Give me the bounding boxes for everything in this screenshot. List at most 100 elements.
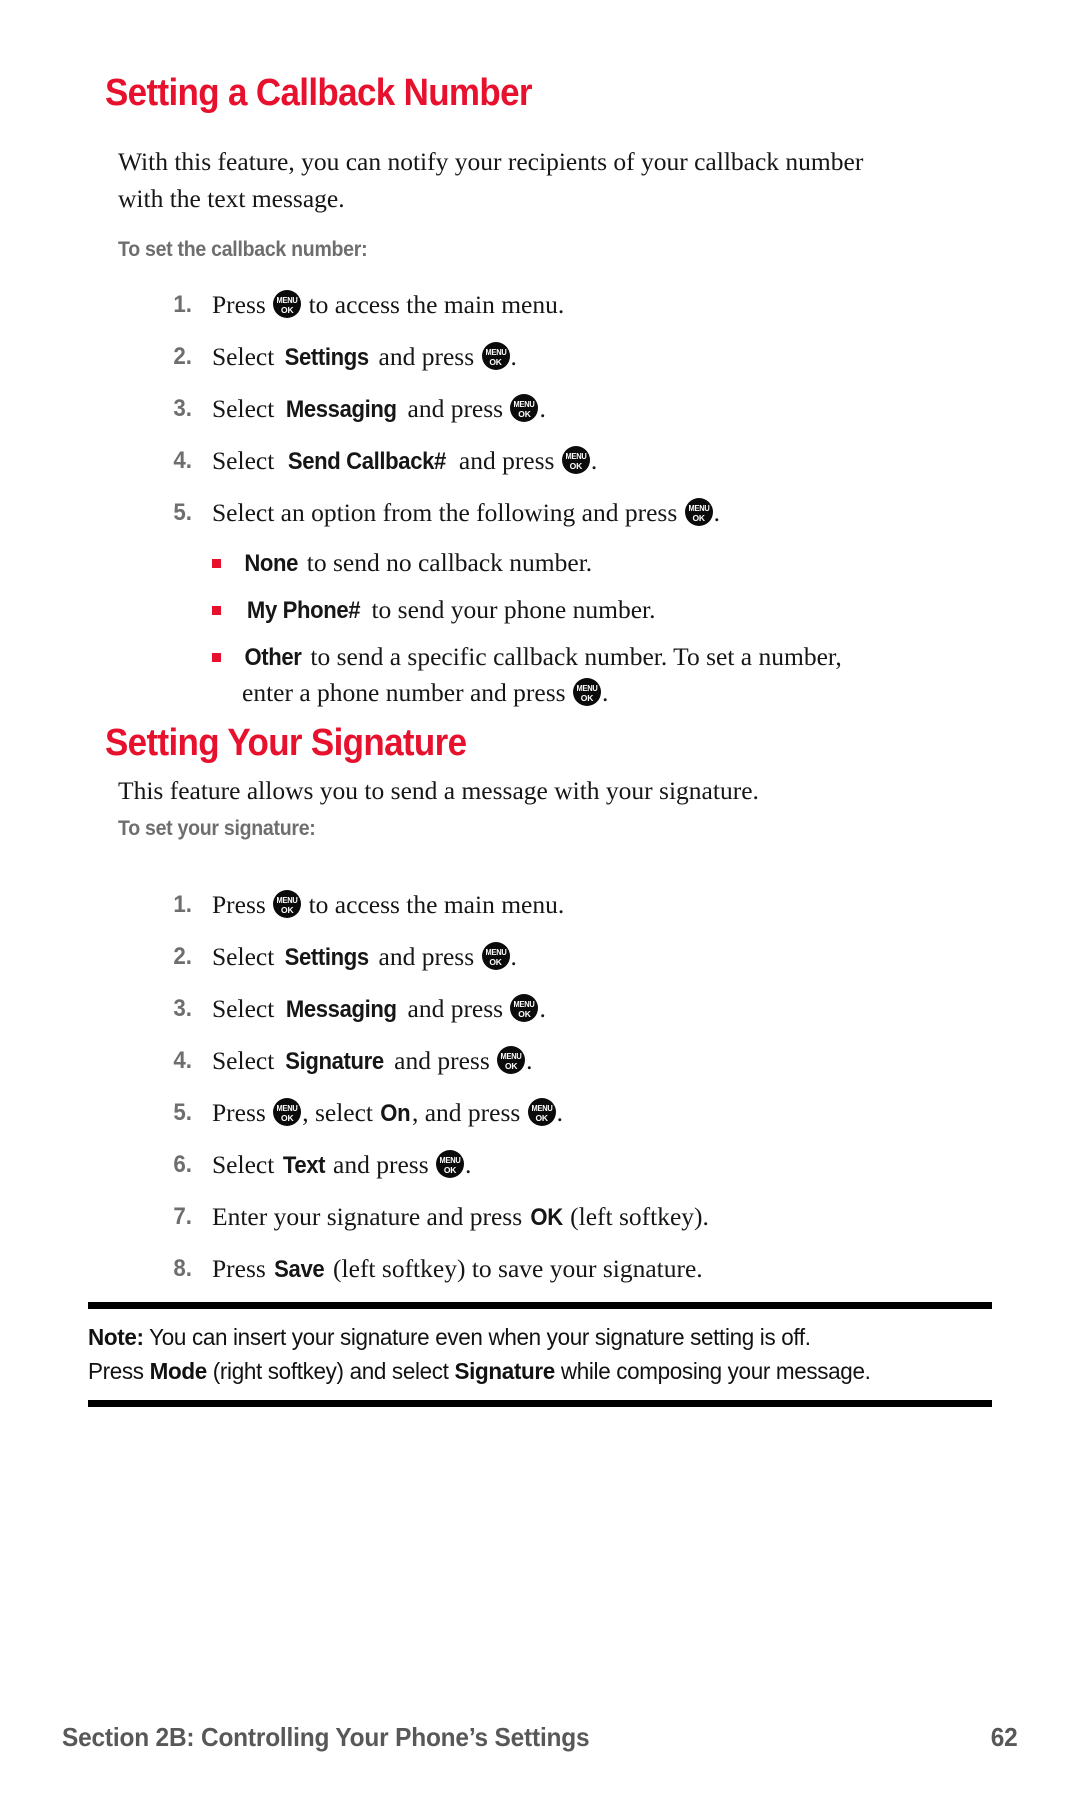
menu-ok-key-label-menu: MENU	[500, 1051, 522, 1061]
step-signature-6: 6. Select Text and press MENU OK.	[148, 1148, 471, 1183]
square-bullet-icon	[212, 559, 221, 568]
ui-term: Text	[282, 1152, 326, 1179]
ui-term: Signature	[284, 1048, 384, 1075]
menu-ok-key-icon: MENU OK	[273, 290, 302, 318]
menu-ok-key-label-menu: MENU	[531, 1103, 553, 1113]
note-line-1-text: You can insert your signature even when …	[143, 1324, 811, 1350]
ui-term: Send Callback#	[287, 448, 446, 475]
step-callback-3: 3. Select Messaging and press MENU OK.	[148, 392, 546, 427]
step-number: 4.	[173, 447, 192, 474]
intro-paragraph-callback: With this feature, you can notify your r…	[118, 147, 864, 213]
menu-ok-key-label-ok: OK	[504, 1060, 518, 1071]
step-number: 2.	[173, 943, 192, 970]
subheading-to-set-callback-number: To set the callback number:	[118, 238, 368, 261]
step-number: 3.	[173, 395, 192, 422]
step-text: Press MENU OK to access the main menu.	[212, 290, 565, 319]
step-signature-2: 2. Select Settings and press MENU OK.	[148, 940, 517, 975]
step-signature-7: 7. Enter your signature and press OK (lef…	[148, 1200, 709, 1235]
step-text: Select Settings and press MENU OK.	[212, 940, 517, 975]
step-number: 5.	[173, 499, 192, 526]
menu-ok-key-icon: MENU OK	[481, 342, 510, 370]
step-number: 8.	[173, 1255, 192, 1282]
menu-ok-key-label-ok: OK	[569, 460, 583, 471]
menu-ok-key-label-menu: MENU	[688, 503, 710, 513]
menu-ok-key-label-ok: OK	[489, 956, 502, 967]
step-number: 3.	[173, 995, 192, 1022]
note-line-1: Note: You can insert your signature even…	[88, 1320, 990, 1354]
menu-ok-key-label-menu: MENU	[276, 895, 298, 905]
menu-ok-key-label-menu: MENU	[576, 683, 598, 693]
menu-ok-key-icon: MENU OK	[273, 1098, 302, 1126]
ui-term: Messaging	[285, 396, 397, 423]
subheading-to-set-your-signature: To set your signature:	[118, 817, 316, 840]
callback-option-bullet-1: None to send no callback number.	[212, 545, 972, 581]
callback-option-bullet-3: Other to send a specific callback number…	[212, 639, 972, 710]
menu-ok-key-label-ok: OK	[281, 904, 294, 915]
footer-section-label: Section 2B: Controlling Your Phone’s Set…	[62, 1722, 590, 1752]
menu-ok-key-label-menu: MENU	[276, 1103, 298, 1113]
ui-term: Save	[274, 1256, 325, 1283]
menu-ok-key-label-ok: OK	[518, 408, 531, 419]
step-signature-1: 1. Press MENU OK to access the main menu.	[148, 888, 564, 922]
ui-term: Signature	[454, 1358, 555, 1384]
menu-ok-key-label-menu: MENU	[565, 451, 587, 461]
menu-ok-key-label-ok: OK	[692, 512, 705, 523]
menu-ok-key-icon: MENU OK	[481, 942, 510, 970]
menu-ok-key-label-ok: OK	[580, 692, 594, 703]
note-line-2: Press Mode (right softkey) and select Si…	[88, 1358, 871, 1384]
ui-term: On	[380, 1100, 411, 1127]
ui-term: OK	[529, 1204, 563, 1231]
step-signature-4: 4. Select Signature and press MENU OK.	[148, 1044, 533, 1079]
menu-ok-key-label-ok: OK	[281, 1112, 294, 1123]
menu-ok-key-label-menu: MENU	[513, 399, 535, 409]
ui-term: Settings	[284, 344, 369, 371]
menu-ok-key-label-ok: OK	[535, 1112, 548, 1123]
step-callback-4: 4. Select Send Callback# and press MENU OK…	[148, 444, 597, 479]
step-text: Select an option from the following and …	[212, 498, 721, 527]
page-footer: Section 2B: Controlling Your Phone’s Set…	[62, 1722, 1018, 1753]
menu-ok-key-label-menu: MENU	[276, 295, 298, 305]
ui-term: My Phone#	[246, 597, 361, 624]
step-callback-5: 5. Select an option from the following an…	[148, 496, 720, 530]
square-bullet-icon	[212, 606, 221, 615]
menu-ok-key-icon: MENU OK	[497, 1046, 526, 1074]
page-title-setting-your-signature: Setting Your Signature	[105, 722, 467, 764]
step-text: Press MENU OK, select On, and press MENU O…	[212, 1096, 563, 1131]
step-number: 7.	[173, 1203, 192, 1230]
menu-ok-key-label-ok: OK	[281, 304, 294, 315]
menu-ok-key-icon: MENU OK	[436, 1150, 465, 1178]
menu-ok-key-label-ok: OK	[489, 356, 502, 367]
step-text: Select Signature and press MENU OK.	[212, 1044, 533, 1079]
menu-ok-key-label-menu: MENU	[485, 947, 507, 957]
step-text: Select Send Callback# and press MENU OK.	[212, 444, 597, 479]
step-callback-1: 1. Press MENU OK to access the main menu.	[148, 288, 564, 322]
step-text: Select Messaging and press MENU OK.	[212, 392, 546, 427]
note-rule-top	[88, 1302, 992, 1309]
ui-term: Settings	[284, 944, 369, 971]
note-rule-bottom	[88, 1400, 992, 1407]
bullet-text: None to send no callback number.	[242, 545, 972, 581]
manual-page: Setting a Callback Number With this feat…	[0, 0, 1080, 1800]
step-signature-5: 5. Press MENU OK, select On, and press MEN…	[148, 1096, 563, 1131]
menu-ok-key-icon: MENU OK	[510, 994, 539, 1022]
menu-ok-key-label-menu: MENU	[513, 999, 535, 1009]
ui-term: None	[244, 550, 299, 577]
intro-paragraph-signature: This feature allows you to send a messag…	[118, 776, 759, 805]
menu-ok-key-icon: MENU OK	[510, 394, 539, 422]
menu-ok-key-icon: MENU OK	[527, 1098, 556, 1126]
step-text: Press Save (left softkey) to save your s…	[212, 1252, 703, 1287]
step-number: 6.	[173, 1151, 192, 1178]
page-title-setting-callback-number: Setting a Callback Number	[105, 72, 532, 114]
step-text: Select Text and press MENU OK.	[212, 1148, 471, 1183]
footer-page-number: 62	[991, 1722, 1018, 1752]
step-number: 2.	[173, 343, 192, 370]
step-text: Select Messaging and press MENU OK.	[212, 992, 546, 1027]
note-label: Note:	[88, 1324, 144, 1350]
bullet-text: Other to send a specific callback number…	[242, 642, 842, 707]
bullet-text: My Phone# to send your phone number.	[242, 592, 972, 628]
menu-ok-key-icon: MENU OK	[561, 446, 590, 474]
step-signature-8: 8. Press Save (left softkey) to save your…	[148, 1252, 703, 1287]
menu-ok-key-label-menu: MENU	[439, 1155, 461, 1165]
menu-ok-key-label-menu: MENU	[485, 347, 507, 357]
ui-term: Mode	[149, 1358, 208, 1384]
